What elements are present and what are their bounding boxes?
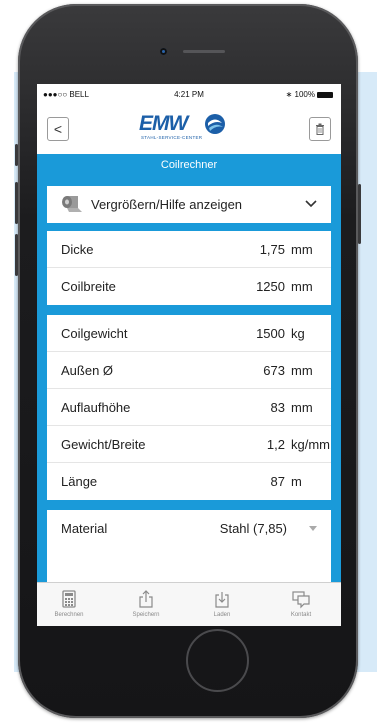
tab-speichern-label: Speichern (132, 612, 160, 618)
laenge-label: Länge (61, 474, 98, 489)
logo-subtitle: STAHL-SERVICE-CENTER (141, 135, 203, 140)
coilgewicht-label: Coilgewicht (61, 326, 128, 341)
earpiece-speaker (183, 50, 225, 53)
power-button (358, 184, 361, 244)
tab-kontakt-label: Kontakt (290, 612, 312, 618)
dicke-value[interactable]: 1,75 (260, 242, 285, 257)
row-gewicht-breite[interactable]: Gewicht/Breite 1,2 kg/mm (47, 426, 331, 463)
laenge-unit: m (291, 474, 302, 489)
trash-icon (316, 123, 324, 135)
volume-up-button (15, 182, 18, 224)
app-screen: ●●●○○ BELL 4:21 PM ∗ 100% < EMW STAHL-SE… (37, 84, 341, 626)
gewicht-breite-unit: kg/mm (291, 437, 330, 452)
dicke-label: Dicke (61, 242, 94, 257)
aussen-value[interactable]: 673 (263, 363, 285, 378)
tab-bar: Berechnen Speichern Laden Kontakt (37, 582, 341, 626)
tab-kontakt[interactable]: Kontakt (271, 583, 331, 626)
material-label: Material (61, 521, 108, 536)
row-aussen-durchmesser[interactable]: Außen Ø 673 mm (47, 352, 331, 389)
calculator-content: Vergrößern/Hilfe anzeigen Dicke 1,75 mm … (37, 176, 341, 582)
coilbreite-label: Coilbreite (61, 279, 116, 294)
auflaufhoehe-unit: mm (291, 400, 313, 415)
material-value[interactable]: Stahl (7,85) (220, 521, 287, 536)
logo-emblem-icon (205, 114, 225, 134)
help-toggle-label: Vergrößern/Hilfe anzeigen (91, 197, 243, 212)
battery-percent: 100% (294, 90, 315, 99)
coilgewicht-value[interactable]: 1500 (256, 326, 285, 341)
dicke-unit: mm (291, 242, 313, 257)
material-select[interactable]: Material Stahl (7,85) (47, 510, 331, 547)
row-laenge[interactable]: Länge 87 m (47, 463, 331, 500)
row-coilgewicht[interactable]: Coilgewicht 1500 kg (47, 315, 331, 352)
share-icon (139, 590, 153, 608)
tab-berechnen[interactable]: Berechnen (39, 583, 99, 626)
chevron-down-icon (305, 200, 317, 208)
gewicht-breite-label: Gewicht/Breite (61, 437, 146, 452)
trash-button[interactable] (309, 117, 331, 141)
emw-logo: EMW STAHL-SERVICE-CENTER (137, 112, 241, 146)
input-group: Dicke 1,75 mm Coilbreite 1250 mm (47, 231, 331, 305)
coil-icon (62, 196, 82, 212)
result-group: Coilgewicht 1500 kg Außen Ø 673 mm Aufla… (47, 315, 331, 500)
help-toggle[interactable]: Vergrößern/Hilfe anzeigen (47, 186, 331, 223)
tab-laden-label: Laden (213, 612, 231, 618)
battery-icon (317, 91, 333, 98)
row-auflaufhoehe[interactable]: Auflaufhöhe 83 mm (47, 389, 331, 426)
calculator-icon (62, 590, 76, 608)
gewicht-breite-value[interactable]: 1,2 (267, 437, 285, 452)
home-button[interactable] (186, 629, 249, 692)
chat-icon (292, 591, 310, 609)
front-camera (160, 48, 167, 55)
dropdown-arrow-icon (309, 526, 317, 531)
coilgewicht-unit: kg (291, 326, 305, 341)
download-icon (215, 592, 229, 608)
battery-indicator: ∗ 100% (286, 90, 333, 99)
coilbreite-unit: mm (291, 279, 313, 294)
status-bar: ●●●○○ BELL 4:21 PM ∗ 100% (37, 84, 341, 104)
coilbreite-value[interactable]: 1250 (256, 279, 285, 294)
logo-wordmark: EMW (139, 112, 188, 135)
laenge-value[interactable]: 87 (271, 474, 285, 489)
auflaufhoehe-value[interactable]: 83 (271, 400, 285, 415)
tab-laden[interactable]: Laden (192, 583, 252, 626)
material-group: Material Stahl (7,85) (47, 510, 331, 582)
auflaufhoehe-label: Auflaufhöhe (61, 400, 131, 415)
bluetooth-icon: ∗ (285, 90, 293, 99)
help-toggle-row[interactable]: Vergrößern/Hilfe anzeigen (47, 186, 331, 223)
page-title: Coilrechner (37, 154, 341, 176)
mute-switch (15, 144, 18, 166)
volume-down-button (15, 234, 18, 276)
row-dicke[interactable]: Dicke 1,75 mm (47, 231, 331, 268)
back-chevron-icon: < (53, 121, 63, 137)
aussen-unit: mm (291, 363, 313, 378)
tab-berechnen-label: Berechnen (54, 612, 84, 618)
back-button[interactable]: < (47, 117, 69, 141)
row-coilbreite[interactable]: Coilbreite 1250 mm (47, 268, 331, 305)
aussen-label: Außen Ø (61, 363, 114, 378)
app-header: < EMW STAHL-SERVICE-CENTER (37, 104, 341, 154)
tab-speichern[interactable]: Speichern (116, 583, 176, 626)
